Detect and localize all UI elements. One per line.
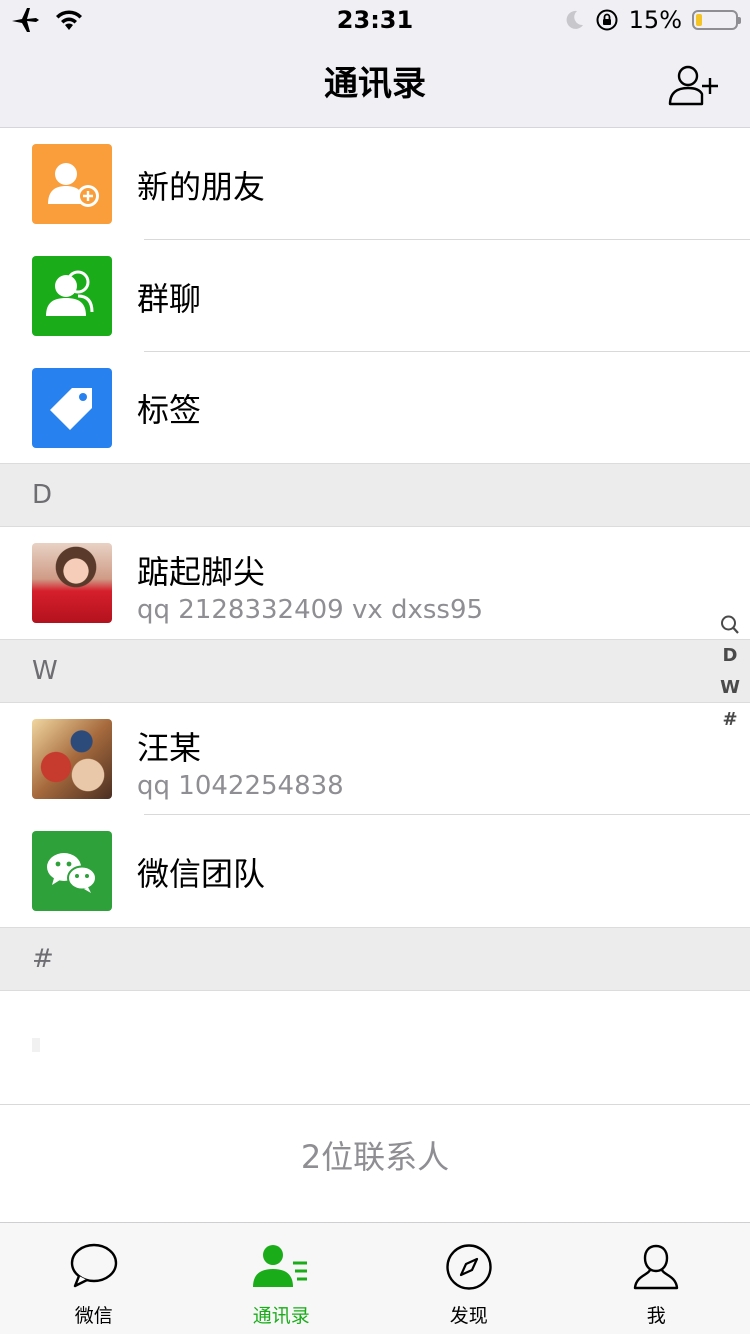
- contact-avatar: [32, 543, 112, 623]
- nav-bar: 通讯录: [0, 40, 750, 128]
- contact-subtitle: qq 2128332409 vx dxss95: [137, 595, 484, 625]
- new-friends-icon: [32, 144, 112, 224]
- person-icon: [634, 1244, 679, 1290]
- group-chat-label: 群聊: [137, 280, 202, 318]
- tab-bar: 微信 通讯录 发现 我: [0, 1222, 750, 1334]
- tab-label: 通讯录: [252, 1305, 310, 1327]
- page-title: 通讯录: [324, 64, 426, 104]
- tab-label: 我: [646, 1305, 666, 1327]
- tag-icon: [32, 368, 112, 448]
- tags-label: 标签: [137, 391, 202, 429]
- row-tags[interactable]: 标签: [0, 352, 750, 463]
- tab-label: 发现: [449, 1305, 488, 1327]
- tab-me[interactable]: 我: [563, 1223, 750, 1334]
- rotation-lock-icon: [596, 9, 618, 31]
- battery-percent: 15%: [628, 6, 682, 34]
- chat-bubble-icon: [70, 1243, 117, 1288]
- contacts-screen: 23:31 15% 通讯录 新的朋友 群聊 标签 D 踮起脚尖 qq 21283…: [0, 0, 750, 1334]
- section-letter: W: [32, 656, 58, 686]
- section-letter: #: [32, 944, 54, 974]
- add-contact-icon[interactable]: [668, 64, 720, 106]
- moon-icon: [566, 10, 583, 29]
- status-right: 15%: [563, 4, 741, 36]
- contact-row[interactable]: 微信团队: [0, 815, 750, 927]
- index-item[interactable]: D: [723, 640, 738, 672]
- battery-level: [696, 14, 702, 26]
- new-friends-label: 新的朋友: [137, 168, 266, 206]
- status-bar: 23:31 15%: [0, 0, 750, 40]
- index-bar[interactable]: D W #: [720, 614, 740, 736]
- wechat-team-icon: [32, 831, 112, 911]
- tab-chats[interactable]: 微信: [0, 1223, 188, 1334]
- tab-discover[interactable]: 发现: [375, 1223, 563, 1334]
- section-letter: D: [32, 480, 53, 510]
- contact-row[interactable]: 踮起脚尖 qq 2128332409 vx dxss95: [0, 527, 750, 639]
- index-item[interactable]: #: [722, 704, 737, 736]
- tab-label: 微信: [74, 1305, 113, 1327]
- contact-name: 微信团队: [137, 855, 266, 893]
- section-header-w: W: [0, 639, 750, 703]
- section-header-d: D: [0, 463, 750, 527]
- contact-name: 踮起脚尖: [137, 553, 266, 591]
- row-group-chat[interactable]: 群聊: [0, 240, 750, 352]
- contact-row[interactable]: 汪某 qq 1042254838: [0, 703, 750, 815]
- tab-contacts[interactable]: 通讯录: [188, 1223, 376, 1334]
- contact-name: 汪某: [137, 729, 202, 767]
- contact-count: 2位联系人: [0, 1104, 750, 1220]
- search-icon[interactable]: [720, 614, 740, 636]
- contact-avatar: [32, 719, 112, 799]
- group-chat-icon: [32, 256, 112, 336]
- contact-subtitle: qq 1042254838: [137, 771, 344, 801]
- contacts-icon: [253, 1245, 308, 1287]
- contact-avatar-placeholder: [32, 1038, 40, 1052]
- battery-icon: [692, 10, 741, 30]
- row-new-friends[interactable]: 新的朋友: [0, 129, 750, 240]
- index-item[interactable]: W: [720, 672, 740, 704]
- compass-icon: [446, 1244, 492, 1290]
- section-header-hash: #: [0, 927, 750, 991]
- empty-contact-row[interactable]: [0, 991, 750, 1104]
